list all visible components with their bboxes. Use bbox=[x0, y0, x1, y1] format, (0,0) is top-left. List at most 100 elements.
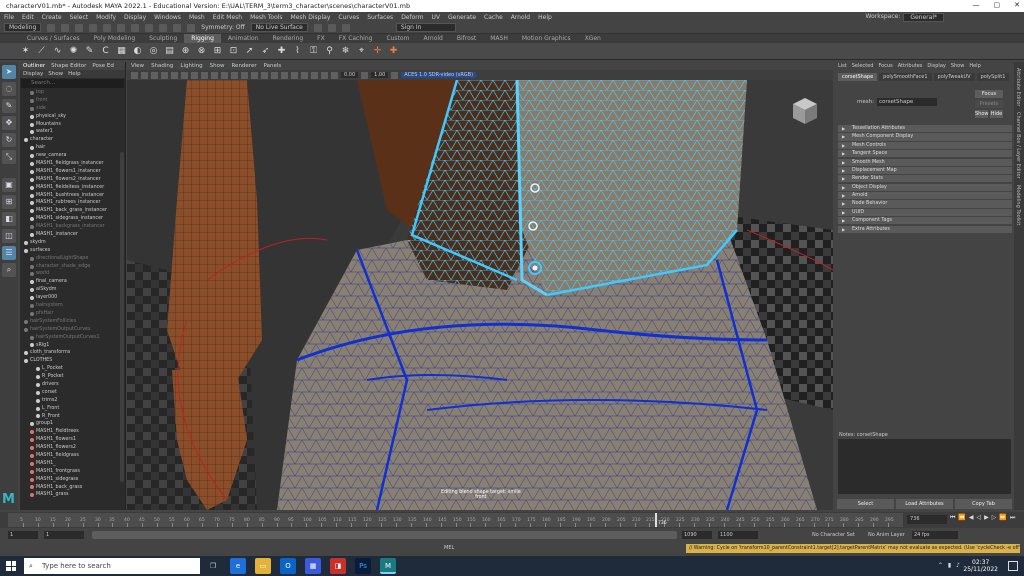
task-view-icon[interactable]: ❐ bbox=[205, 558, 221, 574]
xray-icon[interactable] bbox=[331, 71, 338, 79]
start-frame-field[interactable]: 1 bbox=[8, 531, 38, 539]
outliner-item[interactable]: layer000 bbox=[20, 294, 125, 302]
outliner-item[interactable]: new_camera bbox=[20, 152, 125, 160]
office-icon[interactable]: ◨ bbox=[330, 558, 346, 574]
outliner-item[interactable]: physical_sky bbox=[20, 113, 125, 121]
move-tool-icon[interactable]: ✥ bbox=[2, 116, 16, 130]
pivot-icon[interactable]: ⌖ bbox=[356, 46, 367, 57]
maximize-icon[interactable]: ▢ bbox=[994, 1, 1001, 9]
scale-tool-icon[interactable]: ⤡ bbox=[2, 150, 16, 164]
playback-start-field[interactable]: 1 bbox=[44, 531, 84, 539]
outliner-item[interactable]: MASH1_rubtrees_instancer bbox=[20, 199, 125, 207]
gamma-icon[interactable] bbox=[361, 71, 369, 79]
textured-icon[interactable] bbox=[261, 71, 268, 79]
viewport-menu-shading[interactable]: Shading bbox=[151, 63, 173, 69]
close-icon[interactable]: ✕ bbox=[1014, 1, 1020, 9]
photoshop-icon[interactable]: Ps bbox=[355, 558, 371, 574]
pole-vector-icon[interactable]: ➶ bbox=[260, 46, 271, 57]
attr-menu-list[interactable]: List bbox=[838, 63, 847, 69]
outliner-item[interactable]: L_Front bbox=[20, 405, 125, 413]
windows-start-icon[interactable] bbox=[6, 561, 16, 571]
outliner-item[interactable]: character_shade_edge bbox=[20, 263, 125, 271]
outliner-scrollbar[interactable] bbox=[120, 152, 124, 482]
menu-select[interactable]: Select bbox=[70, 14, 89, 21]
menu-mesh-display[interactable]: Mesh Display bbox=[291, 14, 331, 21]
symmetry-status[interactable]: Symmetry: Off bbox=[201, 24, 244, 31]
outliner-menu-help[interactable]: Help bbox=[68, 71, 81, 77]
attr-menu-display[interactable]: Display bbox=[927, 63, 945, 69]
attr-section-smooth-mesh[interactable]: Smooth Mesh bbox=[838, 158, 1012, 166]
outliner-menu-display[interactable]: Display bbox=[23, 71, 43, 77]
outliner-item[interactable]: MASH1_fieldsitess_instancer bbox=[20, 184, 125, 192]
attr-section-node-behavior[interactable]: Node Behavior bbox=[838, 200, 1012, 208]
menu-mesh[interactable]: Mesh bbox=[189, 14, 205, 21]
outliner-search-input[interactable]: Search... bbox=[21, 79, 124, 88]
outliner-item[interactable]: MASH1_sidegrass bbox=[20, 476, 125, 484]
save-scene-icon[interactable] bbox=[75, 23, 84, 32]
viewport-3d[interactable]: Editing blend shape target: smile front bbox=[127, 80, 833, 510]
outliner-item[interactable]: character bbox=[20, 136, 125, 144]
outliner-item[interactable]: MASH1_ bbox=[20, 460, 125, 468]
resolution-gate-icon[interactable] bbox=[191, 71, 198, 79]
outliner-item[interactable]: L_Pocket bbox=[20, 365, 125, 373]
outliner-item[interactable]: hair bbox=[20, 144, 125, 152]
menu-cache[interactable]: Cache bbox=[484, 14, 503, 21]
menu-curves[interactable]: Curves bbox=[338, 14, 359, 21]
viewport-menu-lighting[interactable]: Lighting bbox=[180, 63, 202, 69]
shelf-tab-fx[interactable]: FX bbox=[310, 34, 332, 43]
menu-windows[interactable]: Windows bbox=[154, 14, 181, 21]
attr-tab-polysplit1[interactable]: polySplit1 bbox=[976, 72, 1010, 81]
outliner-item[interactable]: MASH1_sidegrass_instancer bbox=[20, 215, 125, 223]
select-object-icon[interactable] bbox=[131, 23, 140, 32]
parent-constraint-icon[interactable]: ⊞ bbox=[212, 46, 223, 57]
outliner-item[interactable]: drivers bbox=[20, 381, 125, 389]
notification-icon[interactable] bbox=[1008, 561, 1018, 571]
attr-menu-attributes[interactable]: Attributes bbox=[898, 63, 923, 69]
go-to-end-icon[interactable]: ⏭ bbox=[1010, 514, 1015, 522]
shelf-tab-motion-graphics[interactable]: Motion Graphics bbox=[515, 34, 578, 43]
focus-button[interactable]: Focus bbox=[975, 90, 1003, 98]
outliner-item[interactable]: hairSystemOutputCurves bbox=[20, 326, 125, 334]
attr-tab-corsetshape[interactable]: corsetShape bbox=[838, 72, 878, 81]
image-plane-icon[interactable] bbox=[161, 71, 168, 79]
outliner-item[interactable]: MASH1_fieldgrass bbox=[20, 452, 125, 460]
cluster-icon[interactable]: C bbox=[100, 46, 111, 57]
store-icon[interactable]: ▦ bbox=[305, 558, 321, 574]
gate-mask-icon[interactable] bbox=[201, 71, 208, 79]
custom-tool-icon[interactable]: ✛ bbox=[372, 46, 383, 57]
attr-section-uuid[interactable]: UUID bbox=[838, 208, 1012, 216]
magnifier-icon[interactable]: ⌕ bbox=[2, 263, 16, 277]
file-explorer-icon[interactable]: ▭ bbox=[255, 558, 271, 574]
attr-section-tessellation-attributes[interactable]: Tessellation Attributes bbox=[838, 125, 1012, 132]
attr-section-mesh-controls[interactable]: Mesh Controls bbox=[838, 141, 1012, 149]
end-frame-field[interactable]: 1100 bbox=[718, 531, 758, 539]
outliner-item[interactable]: corset bbox=[20, 389, 125, 397]
attr-menu-focus[interactable]: Focus bbox=[878, 63, 892, 69]
outliner-item[interactable]: MASH1_bushtrees_instancer bbox=[20, 192, 125, 200]
snap-curve-icon[interactable] bbox=[173, 23, 182, 32]
outliner-item[interactable]: group1 bbox=[20, 420, 125, 428]
snap-grid-icon[interactable] bbox=[159, 23, 168, 32]
ipr-icon[interactable] bbox=[327, 23, 336, 32]
side-tab-channel-box[interactable]: Channel Box / Layer Editor bbox=[1015, 112, 1021, 179]
point-constraint-icon[interactable]: ⊕ bbox=[180, 46, 191, 57]
viewport-menu-panels[interactable]: Panels bbox=[264, 63, 282, 69]
menu-surfaces[interactable]: Surfaces bbox=[367, 14, 393, 21]
outliner-item[interactable]: MASH1_flowers1_instancer bbox=[20, 168, 125, 176]
attr-tab-polytweakuv[interactable]: polyTweakUV bbox=[933, 72, 975, 81]
blend-shape-icon[interactable]: ▤ bbox=[164, 46, 175, 57]
menu-help[interactable]: Help bbox=[538, 14, 552, 21]
nonlinear-icon[interactable]: ◐ bbox=[132, 46, 143, 57]
render-settings-icon[interactable] bbox=[341, 23, 350, 32]
menu-display[interactable]: Display bbox=[124, 14, 146, 21]
menu-edit[interactable]: Edit bbox=[22, 14, 34, 21]
select-component-icon[interactable] bbox=[145, 23, 154, 32]
layout-outliner-icon[interactable]: ☰ bbox=[2, 246, 16, 260]
wireframe-on-shaded-icon[interactable] bbox=[251, 71, 258, 79]
shelf-tab-animation[interactable]: Animation bbox=[221, 34, 266, 43]
select-hierarchy-icon[interactable] bbox=[117, 23, 126, 32]
attr-section-extra-attributes[interactable]: Extra Attributes bbox=[838, 225, 1012, 233]
play-forward-icon[interactable]: ▶ bbox=[984, 514, 989, 522]
notes-textarea[interactable] bbox=[838, 439, 1011, 494]
attr-menu-help[interactable]: Help bbox=[969, 63, 980, 69]
